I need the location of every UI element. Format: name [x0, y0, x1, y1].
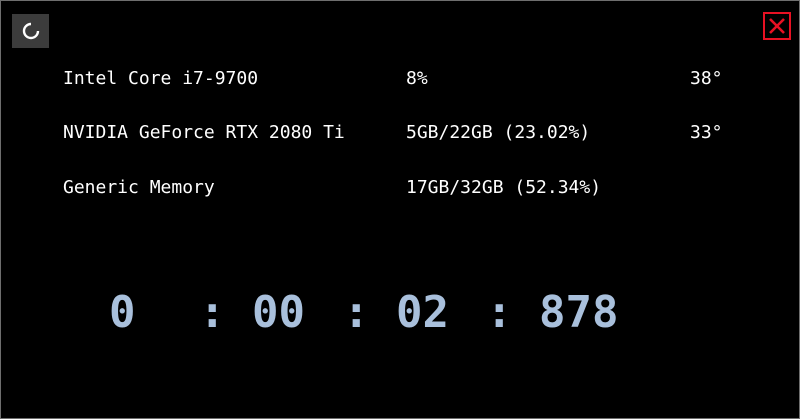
refresh-button[interactable] [12, 14, 49, 48]
gpu-usage: 5GB/22GB (23.02%) [406, 122, 591, 143]
elapsed-timer: 0 : 00 : 02 : 878 [1, 283, 800, 343]
timer-seconds: 02 [396, 287, 449, 338]
memory-usage: 17GB/32GB (52.34%) [406, 177, 602, 198]
close-button[interactable] [763, 12, 791, 40]
refresh-icon [22, 22, 39, 40]
monitor-window: Intel Core i7-9700 8% 38° NVIDIA GeForce… [0, 0, 800, 419]
cpu-name: Intel Core i7-9700 [63, 68, 259, 89]
gpu-name: NVIDIA GeForce RTX 2080 Ti [63, 122, 345, 143]
cpu-temperature: 38° [690, 68, 723, 89]
gpu-temperature: 33° [690, 122, 723, 143]
timer-separator: : [199, 287, 226, 338]
memory-name: Generic Memory [63, 177, 215, 198]
timer-hours: 00 [252, 287, 305, 338]
timer-milliseconds: 878 [539, 287, 619, 338]
timer-separator: : [486, 287, 513, 338]
close-icon [769, 18, 785, 34]
timer-days: 0 [109, 287, 136, 338]
timer-separator: : [343, 287, 370, 338]
cpu-usage: 8% [406, 68, 428, 89]
